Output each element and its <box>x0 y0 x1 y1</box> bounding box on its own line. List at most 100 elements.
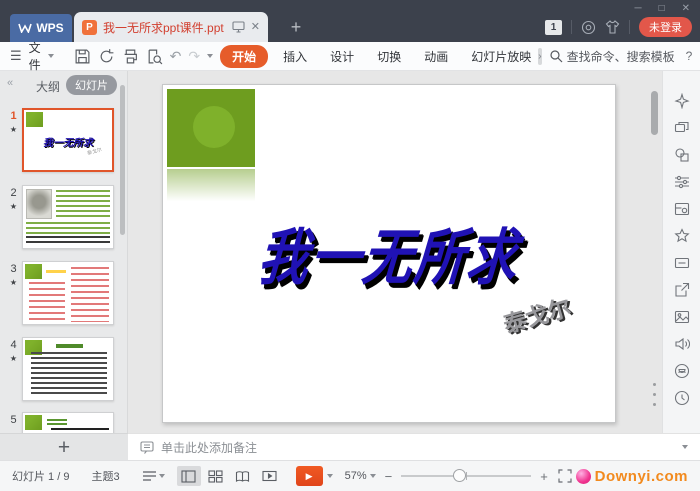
theme-label[interactable]: 主题3 <box>91 468 119 484</box>
tab-slides[interactable]: 幻灯片 <box>66 75 117 95</box>
ribbon-overflow-button[interactable]: › <box>538 47 542 65</box>
slide-3-marker: 3 ★ <box>6 263 21 287</box>
tab-design[interactable]: 设计 <box>322 46 362 67</box>
slide-sorter-view-button[interactable] <box>204 466 228 486</box>
zoom-slider[interactable] <box>401 469 532 483</box>
design-resources-icon[interactable] <box>674 201 690 217</box>
zoom-level[interactable]: 57% <box>345 470 376 482</box>
normal-view-button[interactable] <box>176 466 201 486</box>
zoom-slider-handle[interactable] <box>453 469 467 482</box>
zoom-slider-tick <box>466 472 468 480</box>
text-box-icon[interactable] <box>674 255 690 271</box>
thumb-text-lines <box>26 222 110 234</box>
adjust-settings-icon[interactable] <box>674 174 690 190</box>
notes-collapse-icon[interactable] <box>682 445 688 449</box>
help-icon[interactable]: ? <box>686 49 693 63</box>
play-options-caret-icon[interactable] <box>326 474 333 478</box>
notes-toggle-button[interactable] <box>142 470 165 482</box>
slide-number: 5 <box>10 414 17 426</box>
zoom-out-button[interactable]: − <box>385 469 393 484</box>
history-icon[interactable] <box>674 390 690 406</box>
sidebar-scrollbar[interactable] <box>120 85 125 235</box>
slideshow-view-button[interactable] <box>258 466 282 486</box>
print-preview-icon[interactable] <box>146 48 163 65</box>
file-menu-caret-icon[interactable] <box>47 54 54 58</box>
notes-toggle-caret-icon <box>158 474 165 478</box>
animation-star-icon: ★ <box>9 278 18 287</box>
document-count-badge[interactable]: 1 <box>545 19 562 35</box>
browser-embed-icon[interactable] <box>674 363 690 379</box>
favorites-star-icon[interactable] <box>673 228 690 244</box>
thumb-text-lines <box>71 267 109 322</box>
slide-nav-dots[interactable] <box>653 383 656 406</box>
tab-insert[interactable]: 插入 <box>275 46 315 67</box>
animation-star-icon: ★ <box>9 202 18 211</box>
redo-icon[interactable]: ↷ <box>188 48 200 65</box>
slide-canvas[interactable]: 我一无所求 泰戈尔 <box>162 84 616 423</box>
save-icon[interactable] <box>74 48 91 65</box>
ribbon-right-cluster: ? ⋮ <box>686 49 700 63</box>
add-slide-button[interactable]: + <box>58 437 70 458</box>
tab-outline[interactable]: 大纲 <box>36 78 60 95</box>
titlebar-divider <box>629 20 630 34</box>
export-icon[interactable] <box>98 48 115 65</box>
notes-bar: 单击此处添加备注 <box>128 433 700 460</box>
picture-icon[interactable] <box>674 309 690 325</box>
audio-icon[interactable] <box>674 336 690 352</box>
slide-number: 1 <box>10 110 17 122</box>
panel-collapse-icon[interactable]: « <box>7 77 13 89</box>
document-tab[interactable]: P 我一无所求ppt课件.ppt ✕ <box>74 12 268 42</box>
share-icon[interactable] <box>674 282 690 298</box>
tab-slideshow[interactable]: 幻灯片放映 <box>463 46 531 67</box>
close-button[interactable]: ✕ <box>682 2 690 16</box>
undo-icon[interactable]: ↶ <box>170 48 182 65</box>
slide-2-marker: 2 ★ <box>6 187 21 211</box>
wps-menu-button[interactable]: WPS <box>10 14 72 42</box>
zoom-value: 57% <box>344 470 367 482</box>
slide-green-square[interactable] <box>167 89 255 167</box>
tab-animation[interactable]: 动画 <box>416 46 456 67</box>
titlebar: WPS P 我一无所求ppt课件.ppt ✕ + ─ □ ✕ 1 未登录 <box>0 0 700 42</box>
undo-history-caret-icon[interactable] <box>207 54 214 58</box>
new-tab-button[interactable]: + <box>282 12 310 42</box>
sidebar-footer: + <box>0 433 128 460</box>
login-button[interactable]: 未登录 <box>639 17 692 37</box>
thumb-text-lines <box>26 236 110 246</box>
slide-thumbnail-2[interactable] <box>22 185 114 249</box>
zoom-in-button[interactable]: + <box>540 469 548 484</box>
tab-close-icon[interactable]: ✕ <box>251 21 260 33</box>
print-icon[interactable] <box>122 48 139 65</box>
ribbon-toolbar: ☰ 文件 ↶ ↷ 开始 插入 设计 切换 动画 幻灯片放映 › 查找命令、搜索模… <box>0 39 700 73</box>
skin-theme-icon[interactable] <box>605 20 620 34</box>
shapes-icon[interactable] <box>674 147 690 163</box>
smart-beautify-icon[interactable] <box>673 93 690 109</box>
fit-to-window-icon[interactable] <box>558 469 572 483</box>
maximize-button[interactable]: □ <box>659 2 665 16</box>
wps-label: WPS <box>36 21 64 35</box>
slide-title-wordart[interactable]: 我一无所求 <box>169 209 609 297</box>
present-monitor-icon[interactable] <box>232 21 245 33</box>
tab-transition[interactable]: 切换 <box>369 46 409 67</box>
file-menu[interactable]: 文件 <box>29 39 41 73</box>
slide-number: 4 <box>10 339 17 351</box>
thumb-text-lines <box>29 282 65 322</box>
slide-library-icon[interactable] <box>674 120 690 136</box>
reading-view-button[interactable] <box>231 466 255 486</box>
play-slideshow-button[interactable]: ▶ <box>295 466 323 486</box>
slide-thumbnail-1[interactable]: 我一无所求 泰戈尔 <box>22 108 114 172</box>
slide-5-marker: 5 <box>6 414 21 426</box>
app-center-icon[interactable] <box>581 20 596 35</box>
wps-presentation-window: WPS P 我一无所求ppt课件.ppt ✕ + ─ □ ✕ 1 未登录 ☰ 文… <box>0 0 700 491</box>
tab-home[interactable]: 开始 <box>220 44 269 68</box>
slide-thumbnail-5[interactable] <box>22 412 114 433</box>
command-search[interactable]: 查找命令、搜索模板 <box>549 48 675 65</box>
slide-thumbnail-4[interactable] <box>22 337 114 401</box>
minimize-button[interactable]: ─ <box>634 2 641 16</box>
animation-star-icon: ★ <box>9 125 18 134</box>
animation-star-icon: ★ <box>9 354 18 363</box>
canvas-scrollbar[interactable] <box>651 91 658 135</box>
slide-thumbnail-3[interactable] <box>22 261 114 325</box>
hamburger-menu-icon[interactable]: ☰ <box>10 48 22 64</box>
notes-icon <box>140 440 154 454</box>
notes-placeholder[interactable]: 单击此处添加备注 <box>161 439 675 456</box>
